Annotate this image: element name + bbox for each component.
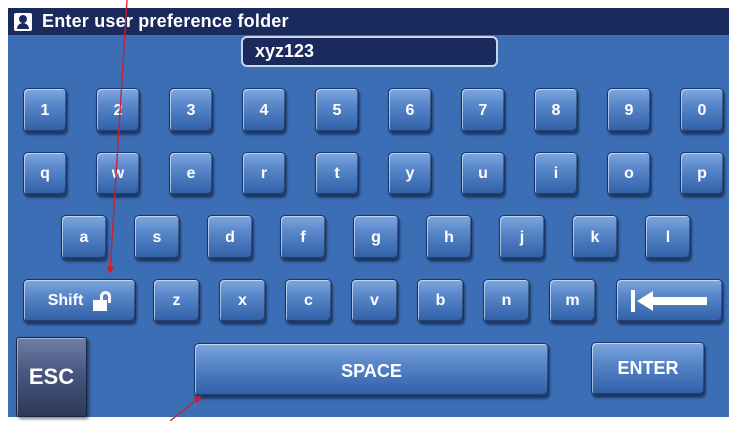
key-3[interactable]: 3	[169, 88, 213, 133]
key-j[interactable]: j	[499, 215, 545, 260]
backspace-key[interactable]	[616, 279, 723, 323]
key-k[interactable]: k	[572, 215, 618, 260]
key-e[interactable]: e	[169, 152, 213, 196]
key-z[interactable]: z	[153, 279, 200, 323]
person-icon	[14, 12, 32, 31]
key-a[interactable]: a	[61, 215, 107, 260]
unlocked-padlock-icon	[93, 291, 112, 311]
key-o[interactable]: o	[607, 152, 651, 196]
key-2[interactable]: 2	[96, 88, 140, 133]
esc-key[interactable]: ESC	[16, 337, 87, 417]
key-p[interactable]: p	[680, 152, 724, 196]
key-u[interactable]: u	[461, 152, 505, 196]
key-7[interactable]: 7	[461, 88, 505, 133]
key-c[interactable]: c	[285, 279, 332, 323]
key-8[interactable]: 8	[534, 88, 578, 133]
enter-key[interactable]: ENTER	[591, 342, 705, 396]
key-l[interactable]: l	[645, 215, 691, 260]
key-f[interactable]: f	[280, 215, 326, 260]
window-title: Enter user preference folder	[42, 11, 289, 31]
key-i[interactable]: i	[534, 152, 578, 196]
key-6[interactable]: 6	[388, 88, 432, 133]
key-h[interactable]: h	[426, 215, 472, 260]
key-g[interactable]: g	[353, 215, 399, 260]
key-v[interactable]: v	[351, 279, 398, 323]
key-4[interactable]: 4	[242, 88, 286, 133]
key-1[interactable]: 1	[23, 88, 67, 133]
key-9[interactable]: 9	[607, 88, 651, 133]
folder-name-input[interactable]: xyz123	[241, 36, 498, 67]
key-0[interactable]: 0	[680, 88, 724, 133]
space-key[interactable]: SPACE	[194, 343, 549, 397]
backspace-arrow-icon	[630, 290, 709, 312]
key-x[interactable]: x	[219, 279, 266, 323]
shift-label: Shift	[47, 292, 84, 309]
key-y[interactable]: y	[388, 152, 432, 196]
title-bar: Enter user preference folder	[8, 8, 729, 35]
shift-key[interactable]: Shift	[23, 279, 136, 323]
key-t[interactable]: t	[315, 152, 359, 196]
key-q[interactable]: q	[23, 152, 67, 196]
key-n[interactable]: n	[483, 279, 530, 323]
key-w[interactable]: w	[96, 152, 140, 196]
key-5[interactable]: 5	[315, 88, 359, 133]
key-d[interactable]: d	[207, 215, 253, 260]
key-s[interactable]: s	[134, 215, 180, 260]
key-b[interactable]: b	[417, 279, 464, 323]
key-r[interactable]: r	[242, 152, 286, 196]
key-m[interactable]: m	[549, 279, 596, 323]
